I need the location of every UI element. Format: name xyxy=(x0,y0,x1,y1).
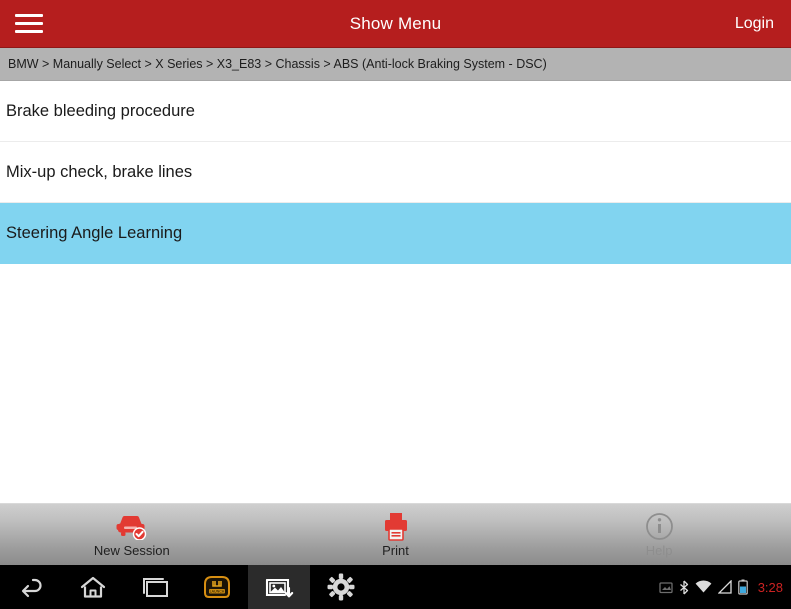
new-session-label: New Session xyxy=(93,543,170,558)
list-item[interactable]: Mix-up check, brake lines xyxy=(0,142,791,203)
car-check-icon xyxy=(115,511,149,541)
hamburger-icon[interactable] xyxy=(0,0,58,48)
breadcrumb: BMW > Manually Select > X Series > X3_E8… xyxy=(0,48,791,81)
app-window: Show Menu Login BMW > Manually Select > … xyxy=(0,0,791,609)
bottom-toolbar: New Session Print Help xyxy=(0,503,791,565)
info-circle-icon xyxy=(645,511,674,541)
sd-card-icon xyxy=(659,581,673,594)
hamburger-bar-3 xyxy=(15,30,43,33)
battery-icon xyxy=(737,579,748,595)
back-arrow-icon[interactable] xyxy=(0,565,62,609)
launch-logo-icon[interactable]: LAUNCH xyxy=(186,565,248,609)
help-label: Help xyxy=(645,543,673,558)
home-icon[interactable] xyxy=(62,565,124,609)
clock-time: 3:28 xyxy=(757,579,783,595)
recents-icon[interactable] xyxy=(124,565,186,609)
new-session-button[interactable]: New Session xyxy=(0,504,264,565)
menu-list: Brake bleeding procedure Mix-up check, b… xyxy=(0,81,791,503)
wifi-icon xyxy=(695,580,712,594)
app-header: Show Menu Login xyxy=(0,0,791,48)
android-navbar: LAUNCH 3:28 xyxy=(0,565,791,609)
signal-icon xyxy=(717,580,732,594)
list-item-label: Mix-up check, brake lines xyxy=(6,162,193,181)
printer-icon xyxy=(383,511,409,541)
print-button[interactable]: Print xyxy=(264,504,528,565)
login-button[interactable]: Login xyxy=(735,15,774,33)
list-item[interactable]: Brake bleeding procedure xyxy=(0,81,791,142)
screenshot-icon[interactable] xyxy=(248,565,310,609)
list-item[interactable]: Steering Angle Learning xyxy=(0,203,791,264)
svg-text:LAUNCH: LAUNCH xyxy=(210,590,225,594)
list-item-label: Steering Angle Learning xyxy=(6,223,183,242)
gear-icon[interactable] xyxy=(310,565,372,609)
help-button[interactable]: Help xyxy=(527,504,791,565)
page-title: Show Menu xyxy=(349,13,442,33)
bluetooth-icon xyxy=(679,580,689,595)
status-tray: 3:28 xyxy=(659,579,783,595)
list-item-label: Brake bleeding procedure xyxy=(6,101,195,120)
print-label: Print xyxy=(382,543,409,558)
hamburger-bar-2 xyxy=(15,22,43,25)
hamburger-bar-1 xyxy=(15,14,43,17)
